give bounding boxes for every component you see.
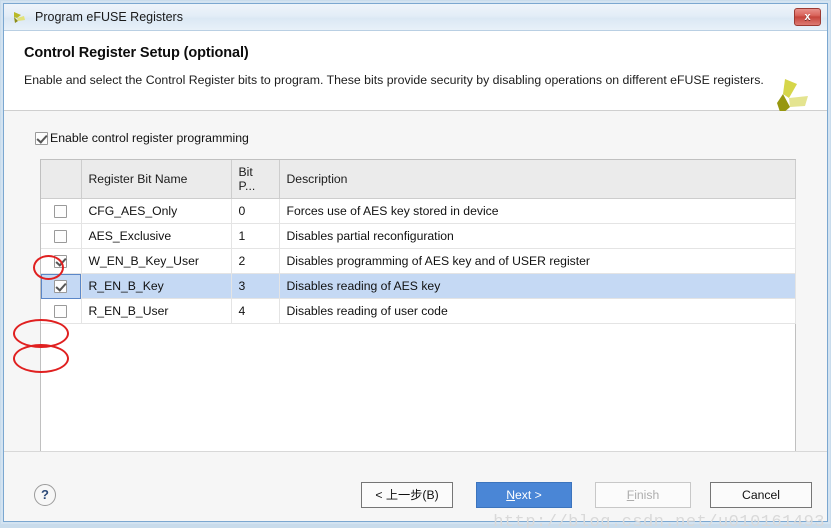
row-checkbox[interactable] <box>54 304 68 318</box>
table-row[interactable]: AES_Exclusive 1 Disables partial reconfi… <box>41 223 796 249</box>
row-checkbox-cell[interactable] <box>41 298 82 324</box>
cell-bit-position: 2 <box>231 248 280 274</box>
cell-bit-position: 3 <box>231 273 280 299</box>
window-title: Program eFUSE Registers <box>35 10 183 24</box>
cell-bit-position: 0 <box>231 198 280 224</box>
cell-description: Disables reading of user code <box>279 298 796 324</box>
screenshot-root: Program eFUSE Registers x Control Regist… <box>0 0 831 528</box>
title-bar: Program eFUSE Registers x <box>4 4 827 31</box>
table-row[interactable]: R_EN_B_Key 3 Disables reading of AES key <box>41 273 796 299</box>
table-header-row: Register Bit Name Bit P... Description <box>41 160 796 199</box>
enable-control-register-row[interactable]: Enable control register programming <box>35 129 249 147</box>
table-body: CFG_AES_Only 0 Forces use of AES key sto… <box>41 198 796 324</box>
cell-bit-position: 1 <box>231 223 280 249</box>
row-checkbox[interactable] <box>54 204 68 218</box>
xilinx-logo-icon <box>12 9 29 26</box>
cell-register-bit-name: CFG_AES_Only <box>81 198 232 224</box>
next-button[interactable]: Next > <box>476 482 572 508</box>
row-checkbox-cell[interactable] <box>41 273 82 299</box>
enable-control-register-checkbox[interactable] <box>35 131 48 145</box>
finish-button: Finish <box>595 482 691 508</box>
column-header-select[interactable] <box>41 160 82 199</box>
help-button[interactable]: ? <box>34 484 56 506</box>
cancel-button[interactable]: Cancel <box>710 482 812 508</box>
wizard-header: Control Register Setup (optional) Enable… <box>4 31 827 115</box>
cell-bit-position: 4 <box>231 298 280 324</box>
row-checkbox-cell[interactable] <box>41 198 82 224</box>
column-header-register-bit-name[interactable]: Register Bit Name <box>81 160 232 199</box>
table-row[interactable]: CFG_AES_Only 0 Forces use of AES key sto… <box>41 198 796 224</box>
column-header-bit-position[interactable]: Bit P... <box>231 160 280 199</box>
table-row[interactable]: R_EN_B_User 4 Disables reading of user c… <box>41 298 796 324</box>
dialog-window: Program eFUSE Registers x Control Regist… <box>3 3 828 522</box>
cell-description: Forces use of AES key stored in device <box>279 198 796 224</box>
register-bits-grid: Register Bit Name Bit P... Description C… <box>41 160 796 324</box>
page-title: Control Register Setup (optional) <box>24 45 249 61</box>
page-description: Enable and select the Control Register b… <box>24 73 764 87</box>
cell-description: Disables reading of AES key <box>279 273 796 299</box>
wizard-body: Enable control register programming Regi… <box>4 111 827 451</box>
cell-register-bit-name: W_EN_B_Key_User <box>81 248 232 274</box>
row-checkbox[interactable] <box>54 229 68 243</box>
cell-register-bit-name: R_EN_B_User <box>81 298 232 324</box>
back-button[interactable]: < 上一步(B) <box>361 482 453 508</box>
register-bits-table[interactable]: Register Bit Name Bit P... Description C… <box>40 159 796 451</box>
cell-description: Disables partial reconfiguration <box>279 223 796 249</box>
row-checkbox[interactable] <box>54 279 68 293</box>
cell-description: Disables programming of AES key and of U… <box>279 248 796 274</box>
row-checkbox-cell[interactable] <box>41 223 82 249</box>
column-header-description[interactable]: Description <box>279 160 796 199</box>
cell-register-bit-name: R_EN_B_Key <box>81 273 232 299</box>
cell-register-bit-name: AES_Exclusive <box>81 223 232 249</box>
wizard-footer: ? < 上一步(B) Next > Finish Cancel <box>4 451 827 521</box>
table-empty-area <box>41 324 795 451</box>
table-row[interactable]: W_EN_B_Key_User 2 Disables programming o… <box>41 248 796 274</box>
enable-control-register-label: Enable control register programming <box>50 131 249 145</box>
row-checkbox-cell[interactable] <box>41 248 82 274</box>
close-icon[interactable]: x <box>794 8 821 26</box>
row-checkbox[interactable] <box>54 254 68 268</box>
